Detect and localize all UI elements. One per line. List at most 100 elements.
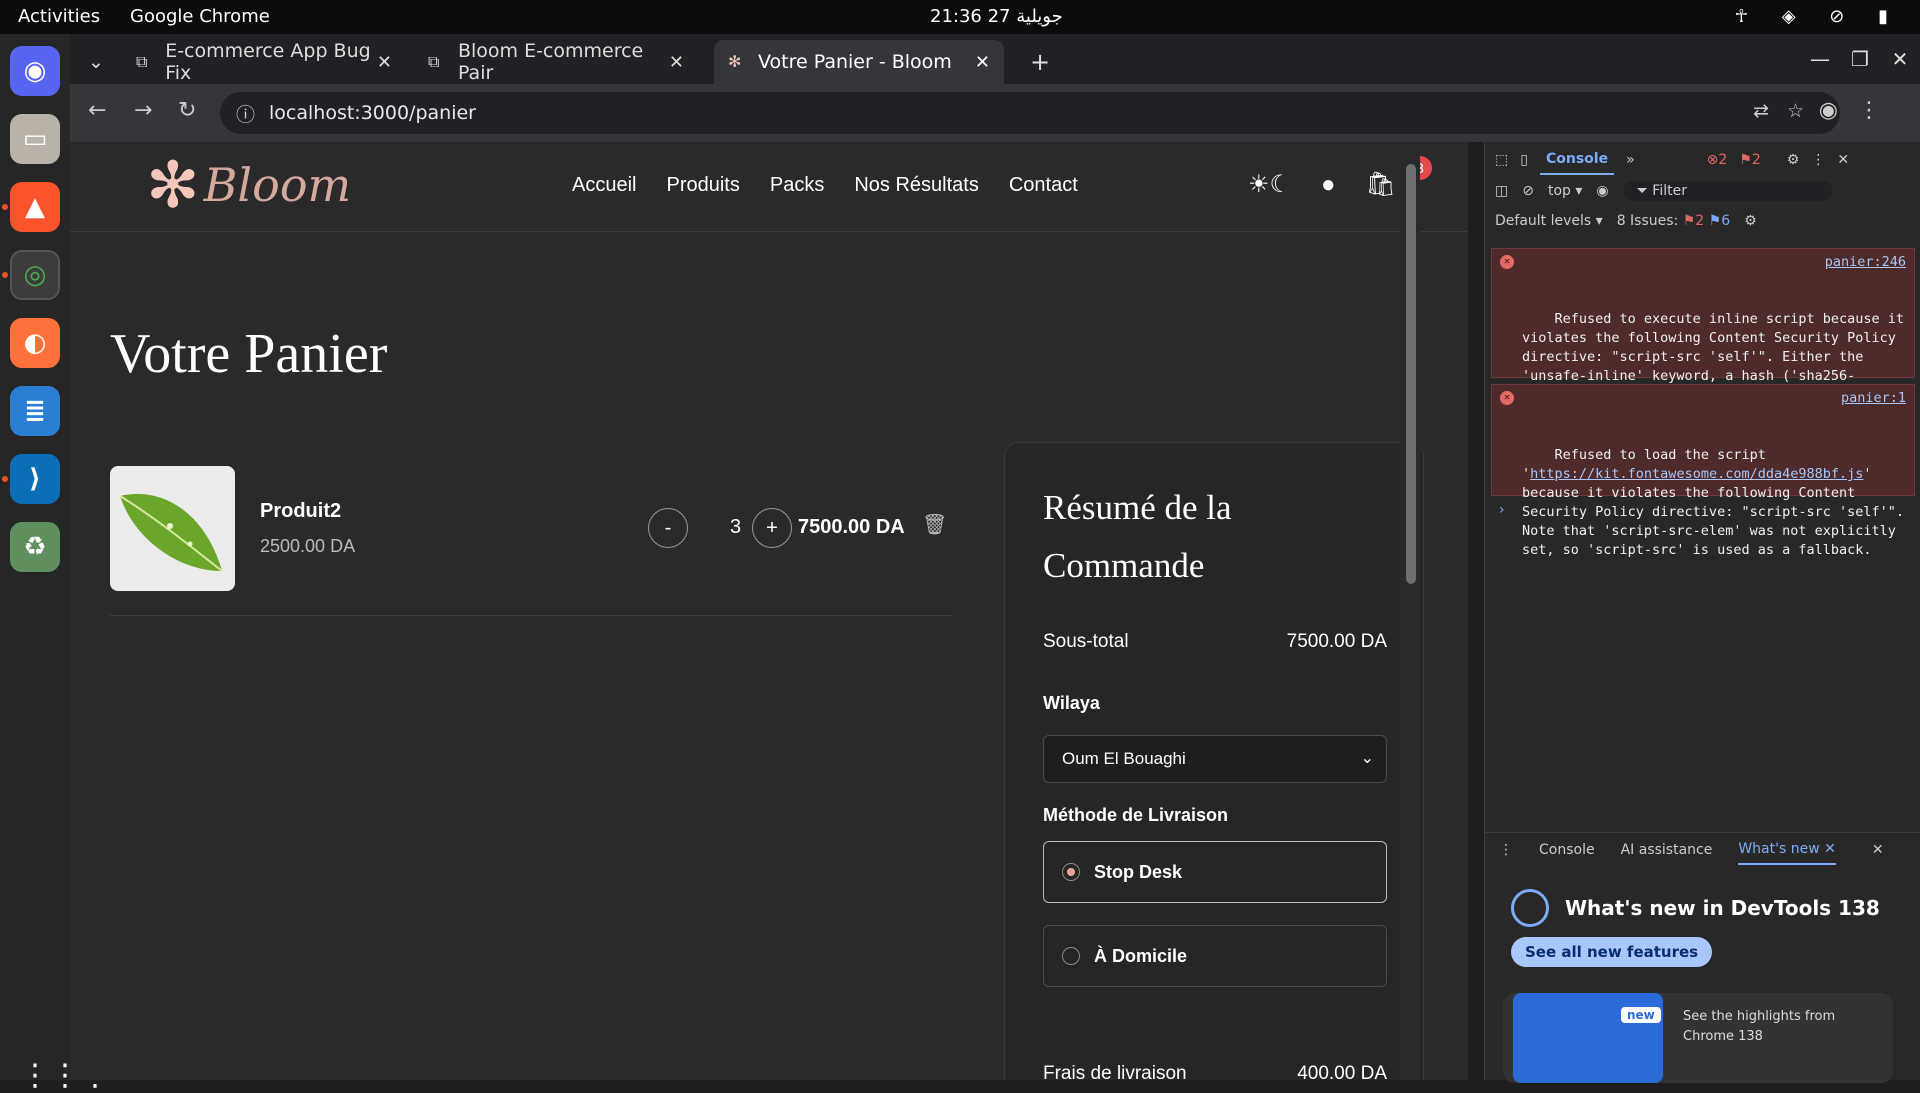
running-indicator: [2, 204, 8, 210]
maximize-icon[interactable]: ❐: [1840, 47, 1880, 71]
close-tab-icon[interactable]: ✕: [669, 52, 684, 73]
nav-accueil[interactable]: Accueil: [572, 174, 636, 197]
minimize-icon[interactable]: —: [1800, 47, 1840, 71]
new-tab-icon[interactable]: +: [1016, 40, 1064, 84]
console-toolbar: ◫ ⊘ top ▾ ◉ ⏷ Filter: [1485, 178, 1920, 204]
default-levels-select[interactable]: Default levels ▾: [1495, 213, 1603, 229]
inspect-element-icon[interactable]: ⬚: [1495, 152, 1508, 168]
tab-console[interactable]: Console: [1539, 145, 1615, 175]
chevron-down-icon: ⌄: [1360, 750, 1374, 767]
browser-tab[interactable]: ⧉ E-commerce App Bug Fix ✕: [122, 40, 406, 84]
activities-button[interactable]: Activities: [18, 6, 100, 27]
clock[interactable]: 21:36 27 جويلية: [930, 6, 1063, 27]
site-info-icon[interactable]: ⓘ: [236, 100, 255, 127]
error-count-icon[interactable]: ⊗2: [1707, 152, 1728, 168]
delivery-option-domicile[interactable]: À Domicile: [1043, 925, 1387, 987]
see-all-features-button[interactable]: See all new features: [1511, 937, 1713, 967]
console-prompt-icon[interactable]: ›: [1499, 502, 1505, 518]
eye-icon[interactable]: ◉: [1596, 183, 1608, 199]
tab-title: Bloom E-commerce Pair: [457, 40, 644, 84]
chrome-icon[interactable]: ◎: [10, 250, 60, 300]
error-url-link[interactable]: https://kit.fontawesome.com/dda4e988bf.j…: [1530, 466, 1863, 482]
theme-toggle-icon[interactable]: ☀☾: [1248, 170, 1291, 199]
browser-tab-active[interactable]: ✻ Votre Panier - Bloom ✕: [714, 40, 1004, 84]
url-text[interactable]: localhost:3000/panier: [269, 102, 476, 124]
devtools-tabbar: ⬚ ▯ Console » ⊗2 ⚑2 ⚙ ⋮ ✕: [1485, 145, 1920, 175]
tab-search-icon[interactable]: ⌄: [78, 40, 116, 84]
brave-icon[interactable]: ▲: [10, 182, 60, 232]
writer-icon[interactable]: ≣: [10, 386, 60, 436]
devtools-panel: ⬚ ▯ Console » ⊗2 ⚑2 ⚙ ⋮ ✕ ◫ ⊘ top ▾ ◉ ⏷ …: [1484, 142, 1920, 1083]
close-drawer-icon[interactable]: ✕: [1872, 842, 1884, 858]
reload-icon[interactable]: ↻: [178, 98, 196, 123]
radio-unselected[interactable]: [1062, 947, 1080, 965]
wilaya-label: Wilaya: [1043, 693, 1100, 713]
device-toolbar-icon[interactable]: ▯: [1520, 152, 1528, 168]
filter-input[interactable]: ⏷ Filter: [1622, 181, 1833, 201]
close-tab-icon[interactable]: ✕: [975, 52, 990, 73]
highlight-card[interactable]: new See the highlights from Chrome 138: [1503, 993, 1893, 1083]
error-icon: ✕: [1500, 391, 1514, 405]
drawer-tab-ai-assistance[interactable]: AI assistance: [1621, 842, 1713, 858]
settings-icon[interactable]: ⚙: [1787, 152, 1800, 168]
nav-contact[interactable]: Contact: [1009, 174, 1078, 197]
close-devtools-icon[interactable]: ✕: [1837, 152, 1849, 168]
browser-toolbar: ← → ↻ ⓘ localhost:3000/panier ⇄☆ ◉⋮: [70, 84, 1920, 142]
flower-logo-icon: ✻: [146, 149, 200, 221]
sidebar-toggle-icon[interactable]: ◫: [1495, 183, 1508, 199]
increase-quantity-button[interactable]: +: [752, 508, 792, 548]
nav-resultats[interactable]: Nos Résultats: [854, 174, 979, 197]
context-select[interactable]: top ▾: [1548, 183, 1582, 199]
scrollbar-thumb[interactable]: [1406, 164, 1416, 584]
firefox-icon[interactable]: ◐: [10, 318, 60, 368]
address-bar[interactable]: ⓘ localhost:3000/panier ⇄☆: [220, 92, 1840, 134]
warning-count-icon[interactable]: ⚑2: [1739, 152, 1760, 168]
dock: ◉ ▭ ▲ ◎ ◐ ≣ ⟩ ♻ ⋮⋮⋮: [0, 34, 110, 1093]
shipping-value: 400.00 DA: [1297, 1063, 1387, 1080]
more-options-icon[interactable]: ⋮: [1811, 152, 1825, 168]
running-indicator: [2, 272, 8, 278]
cart-icon[interactable]: 🛍︎: [1366, 170, 1396, 199]
forward-icon[interactable]: →: [134, 98, 152, 123]
site-logo[interactable]: ✻ Bloom: [146, 150, 351, 220]
wilaya-value: Oum El Bouaghi: [1062, 749, 1186, 768]
files-icon[interactable]: ▭: [10, 114, 60, 164]
nav-produits[interactable]: Produits: [666, 174, 739, 197]
cart-item: Produit2 2500.00 DA - 3 + 7500.00 DA 🗑︎: [110, 466, 952, 616]
browser-tab[interactable]: ⧉ Bloom E-commerce Pair ✕: [414, 40, 698, 84]
back-icon[interactable]: ←: [88, 98, 106, 123]
clear-console-icon[interactable]: ⊘: [1522, 183, 1534, 199]
bloom-flower-icon: ✻: [728, 52, 742, 71]
delivery-option-stop-desk[interactable]: Stop Desk: [1043, 841, 1387, 903]
product-name[interactable]: Produit2: [260, 500, 341, 523]
translate-icon[interactable]: ⇄☆: [1753, 100, 1822, 122]
delete-item-icon[interactable]: 🗑︎: [922, 512, 947, 537]
decrease-quantity-button[interactable]: -: [648, 508, 688, 548]
close-tab-icon[interactable]: ✕: [377, 52, 392, 73]
summary-title: Résumé de la Commande: [1043, 488, 1232, 585]
system-tray[interactable]: ☥ ◈ ⊘ ▮: [1735, 6, 1902, 27]
more-tabs-icon[interactable]: »: [1626, 152, 1635, 168]
delivery-option-label: Stop Desk: [1094, 861, 1183, 882]
profile-avatar[interactable]: ◉⋮: [1819, 98, 1900, 123]
drawer-menu-icon[interactable]: ⋮: [1499, 842, 1513, 858]
system-top-bar: Activities Google Chrome 21:36 27 جويلية…: [0, 0, 1920, 34]
app-menu[interactable]: Google Chrome: [130, 6, 270, 27]
error-source-link[interactable]: panier:1: [1841, 389, 1906, 408]
trash-icon[interactable]: ♻: [10, 522, 60, 572]
user-icon[interactable]: ●: [1321, 171, 1336, 199]
drawer-tab-console[interactable]: Console: [1539, 842, 1595, 858]
subtotal-label: Sous-total: [1043, 631, 1129, 652]
error-source-link[interactable]: panier:246: [1825, 253, 1906, 272]
page-scrollbar[interactable]: [1400, 142, 1420, 1080]
discord-icon[interactable]: ◉: [10, 46, 60, 96]
radio-selected[interactable]: [1062, 863, 1080, 881]
vscode-icon[interactable]: ⟩: [10, 454, 60, 504]
product-unit-price: 2500.00 DA: [260, 536, 356, 556]
drawer-tab-whats-new[interactable]: What's new ✕: [1738, 835, 1836, 865]
close-window-icon[interactable]: ✕: [1880, 47, 1920, 71]
console-settings-icon[interactable]: ⚙: [1744, 213, 1757, 229]
issues-link[interactable]: 8 Issues: ⚑2 ⚑6: [1617, 213, 1730, 229]
nav-packs[interactable]: Packs: [770, 174, 824, 197]
wilaya-select[interactable]: Oum El Bouaghi ⌄: [1043, 735, 1387, 783]
